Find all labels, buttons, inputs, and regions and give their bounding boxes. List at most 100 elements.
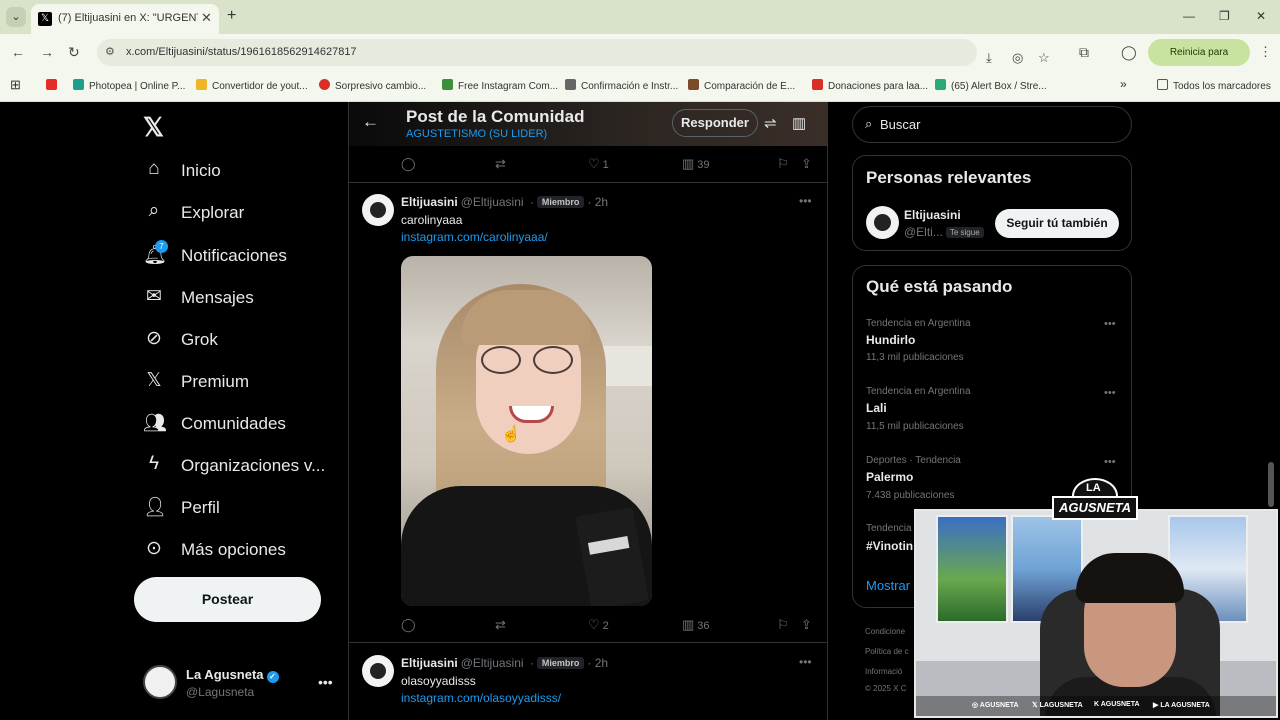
tweet-author[interactable]: Eltijuasini @Eltijuasini · Miembro · 2h (401, 195, 608, 209)
avatar[interactable] (362, 194, 394, 226)
trend-more-icon[interactable]: ••• (1104, 318, 1116, 330)
tab-close-icon[interactable]: ✕ (201, 10, 212, 26)
share-icon[interactable]: ⇪ (801, 156, 812, 172)
trend-name[interactable]: Palermo (866, 470, 913, 484)
retweet-icon[interactable]: ⇄ (495, 156, 506, 172)
bookmark-item[interactable]: Donaciones para laa... (812, 79, 928, 92)
share-icon[interactable]: ⇪ (801, 617, 812, 633)
x-logo-icon[interactable]: 𝕏 (143, 112, 164, 143)
main-timeline: ← Post de la Comunidad AGUSTETISMO (SU L… (348, 102, 828, 720)
tweet-more-icon[interactable]: ••• (799, 655, 812, 669)
separator: · (526, 656, 534, 670)
new-tab-button[interactable]: + (227, 7, 236, 25)
like-button[interactable]: ♡ 1 (588, 156, 609, 172)
browser-tab[interactable]: 𝕏 (7) Eltijuasini en X: "URGENTE!! ✕ (31, 4, 219, 34)
footer-link[interactable]: Informació (865, 667, 902, 676)
site-info-icon[interactable]: ⚙ (105, 45, 115, 58)
bookmark-item[interactable]: Comparación de E... (688, 79, 795, 92)
avatar[interactable] (143, 665, 177, 699)
tweet-actions: ◯ ⇄ ♡ 2 ▥ 36 ⚐ ⇪ (349, 615, 827, 639)
bookmark-icon[interactable]: ⚐ (777, 617, 789, 633)
forward-icon[interactable]: → (40, 44, 54, 60)
page-scrollbar[interactable] (1268, 462, 1274, 507)
account-name[interactable]: La Agusneta ✓ (186, 667, 279, 683)
tweet-link[interactable]: instagram.com/olasoyyadisss/ (401, 691, 561, 705)
mail-icon: ✉ (146, 286, 162, 307)
trend-name[interactable]: #Vinotin (866, 539, 913, 553)
url-bar[interactable]: ⚙ x.com/Eltijuasini/status/1961618562914… (97, 39, 1050, 66)
tab-search-button[interactable]: ⌄ (6, 7, 26, 27)
trend-name[interactable]: Lali (866, 401, 887, 415)
sliders-icon[interactable]: ⇌ (764, 114, 777, 132)
views-count: 39 (697, 159, 710, 171)
eye-off-icon[interactable]: ◎ (1012, 50, 1023, 66)
tweet-photo[interactable]: ☝ (401, 256, 652, 606)
youtube-bookmark-icon[interactable] (46, 79, 62, 92)
update-button[interactable]: Reinicia para actualizar (1148, 39, 1250, 85)
avatar[interactable] (362, 655, 394, 687)
reload-icon[interactable]: ↻ (68, 44, 80, 61)
trend-more-icon[interactable]: ••• (1104, 456, 1116, 468)
bookmark-item[interactable]: Photopea | Online P... (73, 79, 185, 92)
star-icon[interactable]: ☆ (1038, 50, 1050, 66)
views-button[interactable]: ▥ 39 (682, 156, 710, 172)
bookmark-icon[interactable]: ⚐ (777, 156, 789, 172)
profile-icon[interactable]: ◯ (1121, 44, 1137, 61)
sidebar-item-label: Más opciones (181, 540, 286, 559)
bookmark-item[interactable]: Confirmación e Instr... (565, 79, 678, 92)
avatar[interactable] (866, 206, 899, 239)
show-more-link[interactable]: Mostrar (866, 578, 910, 593)
post-button[interactable]: Postear (134, 577, 321, 622)
back-icon[interactable]: ← (11, 44, 25, 60)
poster-stadium (936, 515, 1008, 623)
tweet-actions: ◯ ⇄ ♡ 1 ▥ 39 ⚐ ⇪ (349, 154, 827, 178)
views-button[interactable]: ▥ 36 (682, 617, 710, 633)
reply-button[interactable]: Responder (672, 109, 758, 137)
follow-button[interactable]: Seguir tú también (995, 209, 1119, 238)
tweet-author[interactable]: Eltijuasini @Eltijuasini · Miembro · 2h (401, 656, 608, 670)
bookmark-item[interactable]: Convertidor de yout... (196, 79, 308, 92)
x-icon: 𝕏 (146, 370, 162, 391)
all-bookmarks-folder[interactable]: Todos los marcadores (1157, 79, 1271, 92)
tweet-link[interactable]: instagram.com/carolinyaaa/ (401, 230, 548, 244)
bookmark-favicon-icon (565, 79, 576, 90)
more-bookmarks-icon[interactable]: » (1120, 77, 1127, 91)
reader-icon[interactable]: ▥ (792, 114, 806, 132)
community-name-link[interactable]: AGUSTETISMO (SU LIDER) (406, 128, 547, 140)
trend-count: 11,5 mil publicaciones (866, 421, 964, 432)
reply-icon[interactable]: ◯ (401, 617, 416, 633)
install-icon[interactable]: ⤓ (986, 50, 992, 66)
trend-count: 11,3 mil publicaciones (866, 352, 964, 363)
extensions-icon[interactable]: ⧉ (1079, 44, 1089, 61)
sidebar-item-label: Notificaciones (181, 246, 287, 265)
restore-icon[interactable]: ❐ (1219, 9, 1230, 23)
browser-menu-icon[interactable]: ⋮ (1259, 44, 1272, 60)
footer-link[interactable]: Política de c (865, 647, 909, 656)
more-circle-icon: ⊙ (146, 538, 162, 559)
back-arrow-icon[interactable]: ← (362, 112, 379, 132)
trend-more-icon[interactable]: ••• (1104, 387, 1116, 399)
bookmark-item[interactable]: (65) Alert Box / Stre... (935, 79, 1047, 92)
reply-icon[interactable]: ◯ (401, 156, 416, 172)
close-window-icon[interactable]: ✕ (1256, 9, 1266, 23)
account-more-icon[interactable]: ••• (318, 674, 333, 690)
trend-count: 7.438 publicaciones (866, 490, 955, 501)
relevant-user-name[interactable]: Eltijuasini (904, 208, 961, 222)
minimize-icon[interactable]: — (1183, 9, 1195, 23)
footer-link[interactable]: Condicione (865, 627, 905, 636)
trend-name[interactable]: Hundirlo (866, 333, 915, 347)
logo-text: AGUSNETA (1052, 496, 1138, 520)
bookmark-item[interactable]: Sorpresivo cambio... (319, 79, 426, 92)
like-button[interactable]: ♡ 2 (588, 617, 609, 633)
search-input[interactable]: ⌕ Buscar (852, 106, 1132, 143)
retweet-icon[interactable]: ⇄ (495, 617, 506, 633)
bookmark-item[interactable]: Free Instagram Com... (442, 79, 558, 92)
member-badge: Miembro (536, 196, 585, 208)
sidebar-item-label: Mensajes (181, 288, 254, 307)
kick-social-label: K AGUSNETA (1094, 701, 1140, 708)
tweet-more-icon[interactable]: ••• (799, 194, 812, 208)
tweet-text: carolinyaaa (401, 213, 463, 227)
apps-grid-icon[interactable]: ⊞ (10, 77, 21, 93)
account-handle: @Lagusneta (186, 685, 255, 699)
notification-badge: 7 (155, 240, 168, 253)
